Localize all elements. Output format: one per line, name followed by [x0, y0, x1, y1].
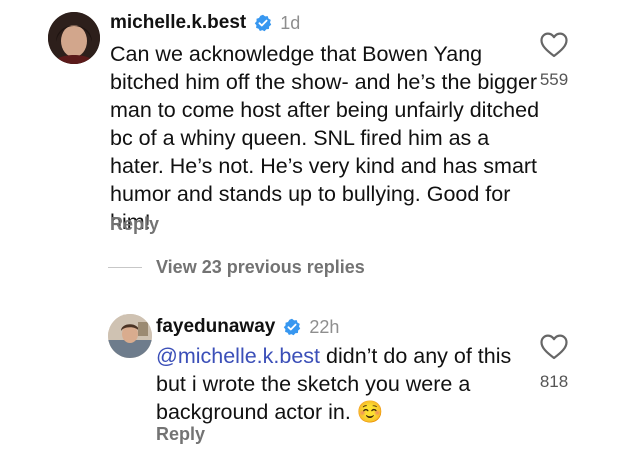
comment-header: fayedunaway 22h	[156, 316, 339, 338]
comment: michelle.k.best 1d Can we acknowledge th…	[0, 0, 640, 250]
heart-outline-icon[interactable]	[540, 334, 568, 360]
divider-line	[108, 267, 142, 268]
username[interactable]: fayedunaway	[156, 316, 275, 338]
mention-link[interactable]: @michelle.k.best	[156, 344, 320, 368]
view-replies-label: View 23 previous replies	[156, 257, 365, 277]
avatar[interactable]	[108, 314, 152, 358]
reply-button[interactable]: Reply	[110, 214, 159, 235]
timestamp: 22h	[309, 316, 340, 337]
comment-text: Can we acknowledge that Bowen Yang bitch…	[110, 42, 540, 234]
reply-comment: fayedunaway 22h @michelle.k.best didn’t …	[0, 300, 640, 457]
reply-text: @michelle.k.best didn’t do any of this b…	[156, 342, 536, 426]
avatar-photo	[108, 314, 152, 358]
like-count: 818	[539, 372, 569, 391]
comment-header: michelle.k.best 1d	[110, 12, 300, 34]
avatar-photo	[48, 12, 100, 64]
avatar[interactable]	[48, 12, 100, 64]
heart-outline-icon[interactable]	[540, 32, 568, 58]
like-column: 559	[530, 32, 578, 90]
view-previous-replies[interactable]: View 23 previous replies	[108, 257, 365, 278]
verified-badge-icon	[254, 14, 272, 32]
username[interactable]: michelle.k.best	[110, 12, 246, 34]
like-count: 559	[539, 70, 569, 89]
verified-badge-icon	[283, 318, 301, 336]
like-column: 818	[530, 334, 578, 392]
relieved-face-emoji: ☺️	[356, 400, 384, 424]
reply-button[interactable]: Reply	[156, 424, 205, 445]
timestamp: 1d	[280, 12, 301, 33]
